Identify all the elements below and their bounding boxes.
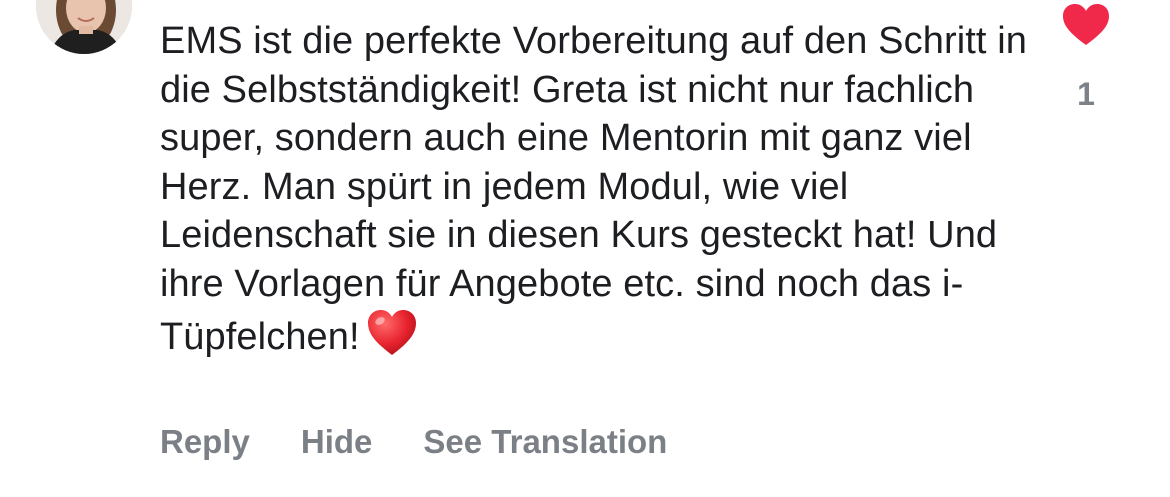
reply-button[interactable]: Reply (160, 423, 250, 461)
avatar-photo (36, 0, 132, 54)
avatar[interactable] (36, 0, 132, 54)
hide-button[interactable]: Hide (301, 423, 373, 461)
red-heart-emoji (366, 309, 418, 357)
see-translation-button[interactable]: See Translation (423, 423, 667, 461)
like-count: 1 (1077, 76, 1095, 112)
comment-actions: Reply Hide See Translation (160, 423, 718, 461)
comment: EMS ist die perfekte Vorbereitung auf de… (0, 0, 1170, 497)
comment-body: EMS ist die perfekte Vorbereitung auf de… (160, 17, 1040, 361)
comment-text: EMS ist die perfekte Vorbereitung auf de… (160, 20, 1028, 358)
heart-icon[interactable] (1062, 3, 1110, 47)
